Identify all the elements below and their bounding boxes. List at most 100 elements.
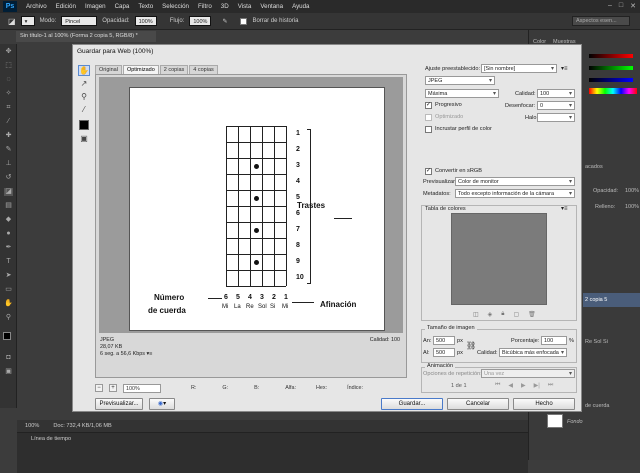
eyedropper-icon[interactable]: ⁄ (78, 104, 90, 115)
menu-vista[interactable]: Vista (238, 3, 252, 10)
marquee-tool-icon[interactable]: ⬚ (4, 62, 13, 70)
blue-slider[interactable] (589, 78, 633, 82)
opacity-input[interactable]: 100% (134, 16, 157, 26)
foreground-color-swatch[interactable] (3, 332, 11, 340)
brush-tool-icon[interactable]: ✎ (4, 146, 13, 154)
red-slider[interactable] (589, 54, 633, 58)
pen-tool-icon[interactable]: ✒ (4, 244, 13, 252)
tab-4-up[interactable]: 4 copias (189, 65, 218, 74)
matte-select[interactable] (537, 113, 575, 122)
color-spectrum[interactable] (589, 88, 637, 94)
format-select[interactable]: JPEG (425, 76, 495, 85)
zoom-out-button[interactable]: − (95, 384, 103, 392)
menu-capa[interactable]: Capa (115, 3, 130, 10)
move-tool-icon[interactable]: ✥ (4, 48, 13, 56)
icc-checkbox[interactable] (425, 126, 432, 133)
history-checkbox[interactable] (240, 17, 248, 25)
gradient-tool-icon[interactable]: ▤ (4, 202, 13, 210)
zoom-in-button[interactable]: + (109, 384, 117, 392)
preview-select[interactable]: Color de monitor (455, 177, 575, 186)
menu-ventana[interactable]: Ventana (260, 3, 283, 10)
blur-tool-icon[interactable]: ◆ (4, 216, 13, 224)
menu-seleccion[interactable]: Selección (162, 3, 189, 10)
layer-row-selected[interactable]: 2 copia 5 (583, 293, 640, 307)
menu-3d[interactable]: 3D (221, 3, 229, 10)
hand-tool-icon[interactable]: ✋ (4, 300, 13, 308)
lasso-tool-icon[interactable]: ◌ (4, 76, 13, 84)
preview-canvas[interactable]: 1 2 3 4 5 6 7 8 9 10 6 5 4 3 2 1 Mi La Re Sol Si Mi Trastes N… (99, 77, 403, 333)
airbrush-icon[interactable]: ✎ (222, 18, 227, 25)
web-shift-icon[interactable]: ◈ (488, 311, 493, 318)
timeline-title[interactable]: Línea de tiempo (31, 436, 71, 442)
menu-filtro[interactable]: Filtro (198, 3, 212, 10)
flow-input[interactable]: 100% (189, 16, 212, 26)
lock-icon[interactable]: 🔒︎ (501, 311, 504, 318)
path-select-icon[interactable]: ➤ (4, 272, 13, 280)
layer-name[interactable]: Re Sol Si (585, 339, 608, 345)
done-button[interactable]: Hecho (513, 398, 575, 410)
browser-select[interactable]: ◉▾ (149, 398, 175, 410)
preset-select[interactable]: [Sin nombre] (481, 64, 557, 73)
workspace-select[interactable]: Aspectos esen... (572, 16, 630, 26)
eraser-tool-icon[interactable]: ◪ (8, 17, 16, 26)
maximize-icon[interactable]: □ (619, 2, 623, 10)
layer-name[interactable]: Fondo (567, 419, 583, 425)
layer-name[interactable]: de cuerda (585, 403, 609, 409)
eraser-tool-icon[interactable]: ◪ (4, 188, 13, 196)
history-brush-icon[interactable]: ↺ (4, 174, 13, 182)
delete-icon[interactable]: 🗑︎ (528, 311, 536, 318)
tab-original[interactable]: Original (95, 65, 122, 74)
percent-input[interactable]: 100 (541, 336, 567, 345)
height-input[interactable]: 500 (433, 348, 455, 357)
save-button[interactable]: Guardar... (381, 398, 443, 410)
screen-mode-icon[interactable]: ▣ (4, 368, 13, 376)
preset-menu-icon[interactable]: ▾≡ (561, 65, 568, 72)
toggle-slices-icon[interactable]: ▣ (78, 133, 90, 144)
minimize-icon[interactable]: – (608, 2, 612, 10)
close-icon[interactable]: ✕ (630, 2, 636, 10)
dodge-tool-icon[interactable]: ● (4, 230, 13, 238)
blur-input[interactable]: 0 (537, 101, 575, 110)
map-transparent-icon[interactable]: ◫ (473, 311, 479, 318)
eyedropper-tool-icon[interactable]: ⁄ (4, 118, 13, 126)
hand-tool-icon[interactable]: ✋ (78, 65, 90, 76)
cancel-button[interactable]: Cancelar (447, 398, 509, 410)
metadata-select[interactable]: Todo excepto información de la cámara (455, 189, 575, 198)
preview-button[interactable]: Previsualizar... (95, 398, 143, 410)
fill-value[interactable]: 100% (625, 204, 639, 210)
menu-edicion[interactable]: Edición (56, 3, 76, 10)
download-speed-menu-icon[interactable]: ▾≡ (146, 351, 152, 357)
mode-select[interactable]: Pincel (61, 16, 98, 26)
magic-wand-icon[interactable]: ✧ (4, 90, 13, 98)
brush-size-picker[interactable]: ▾ (20, 16, 35, 26)
quick-mask-icon[interactable]: ◘ (4, 354, 13, 362)
zoom-tool-icon[interactable]: ⚲ (78, 91, 90, 102)
menu-ayuda[interactable]: Ayuda (292, 3, 309, 10)
shape-tool-icon[interactable]: ▭ (4, 286, 13, 294)
stamp-tool-icon[interactable]: ⊥ (4, 160, 13, 168)
quality-input[interactable]: 100 (537, 89, 575, 98)
green-slider[interactable] (589, 66, 633, 70)
tab-optimized[interactable]: Optimizado (122, 65, 159, 74)
menu-texto[interactable]: Texto (138, 3, 153, 10)
zoom-tool-icon[interactable]: ⚲ (4, 314, 13, 322)
color-table[interactable] (451, 213, 547, 305)
zoom-level[interactable]: 100% (25, 423, 39, 429)
crop-tool-icon[interactable]: ⌗ (4, 104, 13, 112)
eyedropper-color-swatch[interactable] (79, 120, 89, 130)
menu-archivo[interactable]: Archivo (26, 3, 47, 10)
resample-quality-select[interactable]: Bicúbica más enfocada (499, 348, 567, 357)
quality-level-select[interactable]: Máxima (425, 89, 499, 98)
progressive-checkbox[interactable]: ✓ (425, 102, 432, 109)
type-tool-icon[interactable]: T (4, 258, 13, 266)
tab-2-up[interactable]: 2 copias (159, 65, 189, 74)
new-color-icon[interactable]: ▢ (514, 311, 520, 318)
menu-imagen[interactable]: Imagen (85, 3, 106, 10)
document-tab[interactable]: Sin título-1 al 100% (Forma 2 copia 5, R… (16, 31, 156, 42)
zoom-select[interactable]: 100% (123, 383, 161, 393)
srgb-checkbox[interactable]: ✓ (425, 168, 432, 175)
color-table-menu-icon[interactable]: ▾≡ (561, 205, 568, 212)
slice-select-icon[interactable]: ↗ (78, 78, 90, 89)
link-proportions-icon[interactable]: ⛓︎ (466, 341, 476, 350)
layers-tab[interactable]: acados (585, 164, 603, 170)
